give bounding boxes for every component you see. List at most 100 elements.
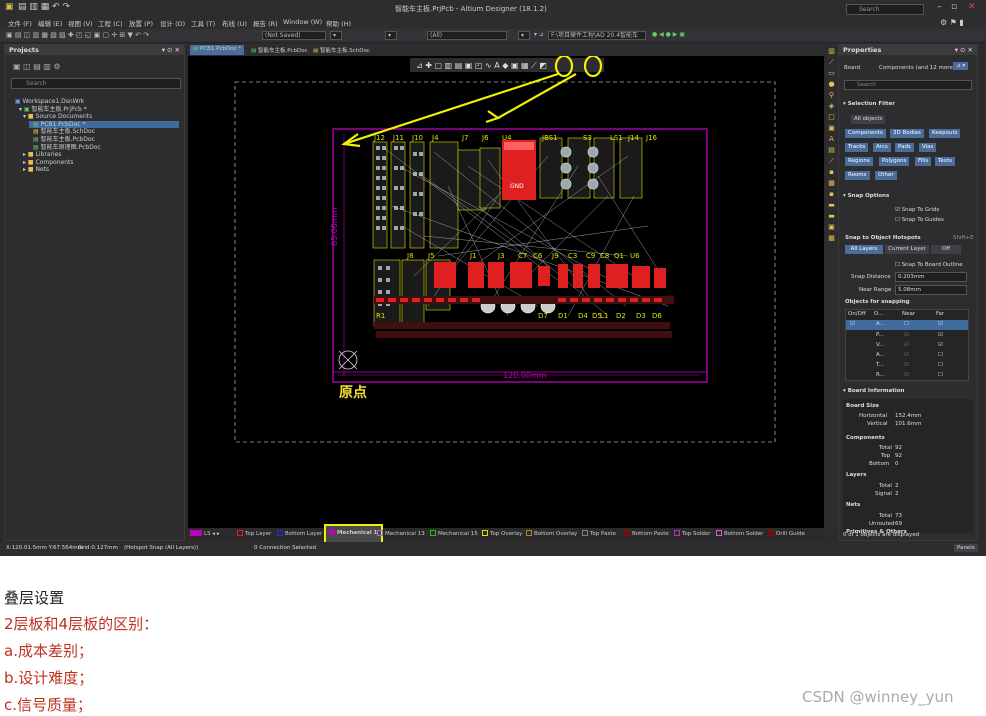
filter-regions[interactable]: Regions <box>845 157 873 166</box>
layer-swatch <box>582 530 588 536</box>
layer-top-overlay[interactable]: Top Overlay <box>482 530 522 537</box>
filter-arcs[interactable]: Arcs <box>873 143 891 152</box>
filter-rooms[interactable]: Rooms <box>845 171 870 180</box>
pcb-canvas[interactable]: ⊿ ✚ ▢ ▥ ▤ ▣ ◰ ∿ A ◆ ▣ ▦ ⟋ ◩ 65.00mm 120.… <box>188 56 824 528</box>
tree-doc-pcb[interactable]: ▤ 智能车主板.PcbDoc <box>15 136 179 144</box>
layer-top-solder[interactable]: Top Solder <box>674 530 711 537</box>
tab-pcb1[interactable]: ▤ PCB1.PcbDoc * <box>190 45 245 55</box>
selection-scope[interactable]: Components (and 12 more) <box>879 65 955 71</box>
menu-place[interactable]: 放置 (P) <box>129 18 153 28</box>
menu-file[interactable]: 文件 (F) <box>8 18 32 28</box>
table-row[interactable]: A... ☑ ☐ <box>846 351 968 361</box>
panels-button[interactable]: Panels <box>954 544 978 552</box>
dropdown-3[interactable]: ▾ <box>518 31 530 40</box>
filter-keepouts[interactable]: Keepouts <box>929 129 961 138</box>
filter-fills[interactable]: Fills <box>915 157 932 166</box>
nav-icons[interactable]: ● ◀ ● ▶ ▣ <box>652 31 685 40</box>
projects-search-input[interactable]: Search <box>11 78 181 89</box>
layer-swatch <box>526 530 532 536</box>
dropdown-1[interactable]: ▾ <box>330 31 342 40</box>
layer-bottom-overlay[interactable]: Bottom Overlay <box>526 530 577 537</box>
table-row[interactable]: T... ☑ ☐ <box>846 361 968 371</box>
table-row[interactable]: R... ☑ ☐ <box>846 371 968 381</box>
tab-main-sch[interactable]: ▤ 智能车主板.SchDoc <box>310 45 373 55</box>
variant-select[interactable]: (Not Saved) <box>262 31 326 40</box>
tree-project[interactable]: ▾ ▣ 智能车主板.PrjPcb * <box>15 106 179 114</box>
selection-filter-heading[interactable]: ▾ Selection Filter <box>843 101 895 107</box>
panel-menu-icon[interactable]: ▾ ⊙ ✕ <box>162 46 180 54</box>
menu-route[interactable]: 布线 (U) <box>222 18 247 28</box>
all-objects-button[interactable]: All objects <box>851 115 886 124</box>
snap-options-heading[interactable]: ▾ Snap Options <box>843 193 889 199</box>
filter-pads[interactable]: Pads <box>895 143 914 152</box>
toolbox-icons[interactable]: ▥ ⟋ ▭ ● ⚲ ◈ ▢ ▣ A ▤ ⟋ ▪ ▦ ▪ ▬ ▬ ▣ ▦ <box>826 44 837 244</box>
menu-view[interactable]: 视图 (V) <box>68 18 93 28</box>
table-row[interactable]: V... ☑ ☑ <box>846 341 968 351</box>
menu-window[interactable]: Window (W) <box>283 18 322 26</box>
filter-texts[interactable]: Texts <box>935 157 955 166</box>
snap-distance-value: 0.203mm <box>898 274 925 280</box>
tree-libraries[interactable]: ▸ ■ Libraries <box>15 151 179 159</box>
filter-select[interactable]: (All) <box>427 31 507 40</box>
dropdown-2[interactable]: ▾ <box>385 31 397 40</box>
board-info-heading[interactable]: ▾ Board Information <box>843 388 904 394</box>
csdn-watermark: CSDN @winney_yun <box>802 688 954 706</box>
panel-menu-icon[interactable]: ▾ ⊙ ✕ <box>955 46 973 54</box>
snap-board-outline-checkbox[interactable]: ☐ Snap To Board Outline <box>895 262 963 268</box>
filter-3d-bodies[interactable]: 3D Bodies <box>890 129 924 138</box>
tree-components[interactable]: ▸ ■ Components <box>15 159 179 167</box>
toolbar-icons[interactable]: ▣ ▤ ◫ ▥ ▦ ▧ ▨ ✚ ◰ ◱ ▣ ▢ ✛ ⊞ ▼ ↶ ↷ <box>6 31 149 40</box>
project-path-select[interactable]: F:\项目硬件工程\AD 20.4智能车主板 <box>548 31 646 40</box>
filter-vias[interactable]: Vias <box>919 143 937 152</box>
layer-mechanical13[interactable]: Mechanical 13 <box>377 530 425 537</box>
maximize-icon[interactable]: ▫ <box>951 2 957 12</box>
snap-all-layers[interactable]: All Layers <box>845 245 883 254</box>
snap-distance-input[interactable]: 0.203mm <box>895 272 967 282</box>
close-icon[interactable]: ✕ <box>968 2 976 12</box>
settings-icon[interactable]: ⚙ ⚑ ▮ <box>940 18 964 27</box>
filter-polygons[interactable]: Polygons <box>879 157 910 166</box>
tab-main-pcb[interactable]: ▤ 智能车主板.PcbDoc <box>248 45 311 55</box>
filter-tracks[interactable]: Tracks <box>845 143 869 152</box>
filter-icon[interactable]: ▾ ⊿ <box>534 31 544 40</box>
filter-icon[interactable]: ⊿ ▾ <box>953 62 969 70</box>
snap-current-layer[interactable]: Current Layer <box>885 245 929 254</box>
menu-reports[interactable]: 报告 (R) <box>253 18 278 28</box>
projects-toolbar-icons[interactable]: ▣ ◫ ▤ ▥ ⚙ <box>13 62 61 71</box>
filter-other[interactable]: Other <box>875 171 897 180</box>
designator-j9: J9 <box>551 252 559 260</box>
snap-guides-checkbox[interactable]: ☐ Snap To Guides <box>895 217 944 223</box>
menu-help[interactable]: 帮助 (H) <box>326 18 351 28</box>
snap-grids-checkbox[interactable]: ☑ Snap To Grids <box>895 207 939 213</box>
quick-access-icons[interactable]: ▤ ▥ ▦ ↶ ↷ <box>18 2 70 12</box>
layer-bottom[interactable]: Bottom Layer <box>277 530 322 537</box>
table-row[interactable]: ☑ A... ☐ ☑ <box>846 320 968 330</box>
designator-u4: U4 <box>502 134 512 142</box>
tree-nets[interactable]: ▸ ■ Nets <box>15 166 179 174</box>
layer-mechanical15[interactable]: Mechanical 15 <box>430 530 478 537</box>
layer-top[interactable]: Top Layer <box>237 530 271 537</box>
layer-label: Bottom Solder <box>724 531 764 537</box>
minimize-icon[interactable]: – <box>937 2 942 12</box>
near-range-input[interactable]: 5.08mm <box>895 285 967 295</box>
tree-source-docs[interactable]: ▾ ■ Source Documents <box>15 113 179 121</box>
tree-doc-pcb2[interactable]: ▤ 智能车原理图.PcbDoc <box>15 144 179 152</box>
layer-top-paste[interactable]: Top Paste <box>582 530 616 537</box>
snap-off[interactable]: Off <box>931 245 961 254</box>
layer-set-ls[interactable]: LS ◂ ▸ <box>190 530 220 537</box>
filter-components[interactable]: Components <box>845 129 886 138</box>
layer-bottom-solder[interactable]: Bottom Solder <box>716 530 763 537</box>
menu-project[interactable]: 工程 (C) <box>98 18 123 28</box>
tree-doc-sch[interactable]: ▤ 智能车主板.SchDoc <box>15 128 179 136</box>
layer-drill-guide[interactable]: Drill Guide <box>768 530 805 537</box>
menu-design[interactable]: 设计 (D) <box>160 18 185 28</box>
menu-edit[interactable]: 编辑 (E) <box>38 18 62 28</box>
designator-ls1: LS1 <box>610 134 623 142</box>
menu-tools[interactable]: 工具 (T) <box>191 18 215 28</box>
properties-search-input[interactable]: Search <box>844 80 972 90</box>
tree-workspace[interactable]: ▣ Workspace1.DsnWrk <box>15 98 179 106</box>
layer-bottom-paste[interactable]: Bottom Paste <box>624 530 669 537</box>
global-search-input[interactable]: Search <box>846 4 924 15</box>
layer-mechanical1-selected[interactable]: Mechanical 1 <box>324 524 383 544</box>
table-row[interactable]: P... ☑ ☑ <box>846 331 968 341</box>
